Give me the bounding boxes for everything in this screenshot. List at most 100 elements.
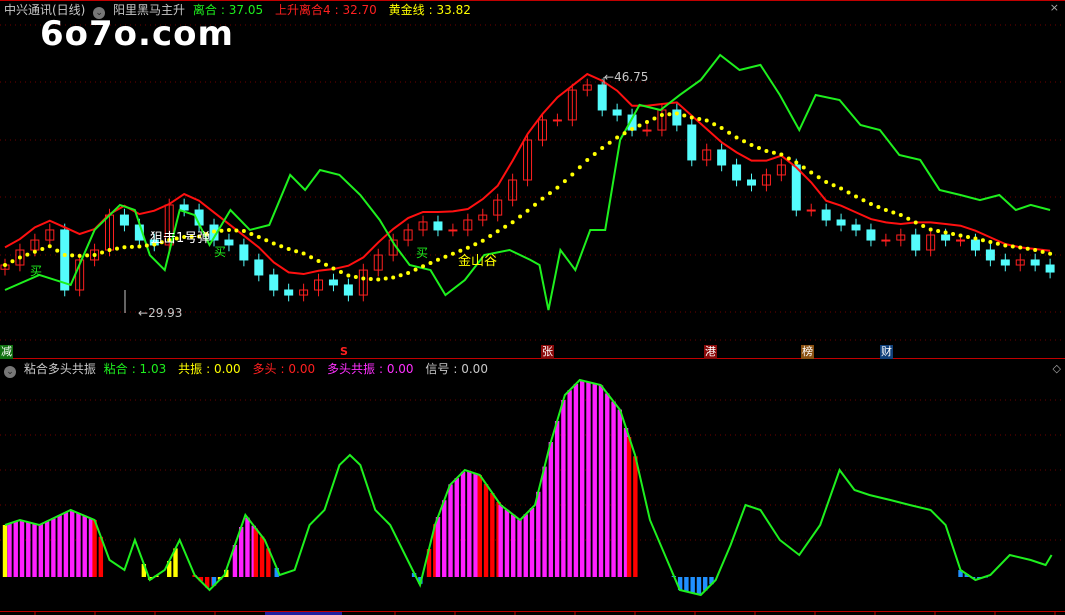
legend-huangjinxian: 黄金线: 33.82 <box>388 3 471 17</box>
oscillator-panel-header: ⌄ 粘合多头共振 粘合: 1.03 共振: 0.00 多头: 0.00 多头共振… <box>4 361 496 378</box>
oscillator-bar <box>19 520 25 577</box>
golden-line-dot <box>615 135 620 140</box>
oscillator-bar <box>454 478 459 577</box>
golden-line-dot <box>264 238 269 243</box>
oscillator-bar <box>511 514 516 577</box>
marker-cai[interactable]: 财 <box>880 345 893 359</box>
golden-line-dot <box>592 152 597 157</box>
golden-line-dot <box>533 202 538 207</box>
oscillator-bar <box>554 421 560 577</box>
golden-line-dot <box>421 264 426 269</box>
golden-line-dot <box>406 271 411 276</box>
golden-line-dot <box>861 198 866 203</box>
oscillator-bar <box>592 383 597 577</box>
golden-line-dot <box>824 179 829 184</box>
golden-line-dot <box>764 148 769 153</box>
golden-line-dot <box>241 229 246 234</box>
oscillator-bar <box>523 514 528 577</box>
oscillator-bar <box>617 409 623 577</box>
low-price-label: ←29.93 <box>138 306 183 320</box>
golden-line-dot <box>47 244 52 249</box>
golden-line-dot <box>473 242 478 247</box>
oscillator-bar <box>611 401 616 577</box>
oscillator-bar <box>7 523 12 577</box>
golden-line-dot <box>114 246 119 251</box>
golden-line-dot <box>70 253 75 258</box>
golden-line-dot <box>973 236 978 241</box>
candle-down <box>119 214 129 226</box>
candle-up <box>956 239 966 242</box>
golden-line-dot <box>17 255 22 260</box>
legend-duotou: 多头: 0.00 <box>252 362 316 376</box>
signal-label: 狙击1号弹 <box>150 231 211 246</box>
golden-line-dot <box>547 191 552 196</box>
high-price-label: ←46.75 <box>604 70 649 84</box>
golden-line-dot <box>607 140 612 145</box>
legend-gongzhen: 共振: 0.00 <box>178 362 241 376</box>
indicator-menu-icon[interactable]: ⌄ <box>4 366 16 378</box>
candle-down <box>612 109 622 116</box>
oscillator-bar <box>460 471 466 577</box>
oscillator-bar <box>76 513 81 577</box>
golden-line-dot <box>652 116 657 121</box>
oscillator-bar <box>44 521 50 577</box>
golden-line-dot <box>279 244 284 249</box>
golden-line-dot <box>383 276 388 281</box>
oscillator-bar <box>57 515 62 577</box>
marker-s[interactable]: S <box>339 345 349 359</box>
candle-down <box>732 164 742 181</box>
golden-line-dot <box>503 224 508 229</box>
oscillator-bar <box>536 491 541 577</box>
golden-line-dot <box>510 220 515 225</box>
golden-line-dot <box>323 262 328 267</box>
candle-down <box>1030 259 1040 266</box>
marker-gang[interactable]: 港 <box>704 345 717 359</box>
golden-line-dot <box>913 220 918 225</box>
candle-down <box>254 259 264 276</box>
marker-zhang[interactable]: 张 <box>541 345 554 359</box>
golden-line-dot <box>965 235 970 240</box>
candle-down <box>717 149 727 166</box>
close-icon[interactable]: × <box>1050 1 1059 14</box>
oscillator-bar <box>82 515 87 577</box>
golden-line-dot <box>809 170 814 175</box>
oscillator-name[interactable]: 粘合多头共振 <box>24 362 96 376</box>
oscillator-bar <box>69 510 75 577</box>
golden-line-dot <box>488 233 493 238</box>
golden-line-dot <box>622 131 627 136</box>
candle-up <box>881 239 891 242</box>
golden-line-dot <box>637 123 642 128</box>
candle-down <box>970 239 980 251</box>
golden-line-dot <box>286 246 291 251</box>
candle-down <box>836 219 846 226</box>
expand-icon[interactable]: ◇ <box>1053 362 1061 375</box>
golden-line-dot <box>846 190 851 195</box>
golden-line-dot <box>943 230 948 235</box>
golden-line-dot <box>1040 249 1045 254</box>
golden-line-dot <box>518 214 523 219</box>
golden-line-dot <box>234 228 239 233</box>
candle-down <box>791 164 801 211</box>
golden-line-dot <box>1025 246 1030 251</box>
golden-line-dot <box>338 269 343 274</box>
golden-line-dot <box>219 228 224 233</box>
golden-line-dot <box>294 249 299 254</box>
golden-line-dot <box>771 150 776 155</box>
candle-down <box>941 234 951 241</box>
oscillator-bar <box>561 400 566 577</box>
golden-line-dot <box>883 208 888 213</box>
golden-line-dot <box>980 238 985 243</box>
golden-line-dot <box>144 243 149 248</box>
candle-up <box>552 119 562 122</box>
oscillator-bar <box>529 508 535 577</box>
candle-down <box>433 221 443 231</box>
marker-jian[interactable]: 减 <box>0 345 13 359</box>
oscillator-bar <box>253 528 259 577</box>
golden-line-dot <box>727 130 732 135</box>
golden-line-dot <box>906 216 911 221</box>
oscillator-bar <box>483 484 489 577</box>
golden-line-dot <box>704 118 709 123</box>
candle-down <box>60 229 70 291</box>
marker-bang[interactable]: 榜 <box>801 345 814 359</box>
golden-line-dot <box>226 228 231 233</box>
